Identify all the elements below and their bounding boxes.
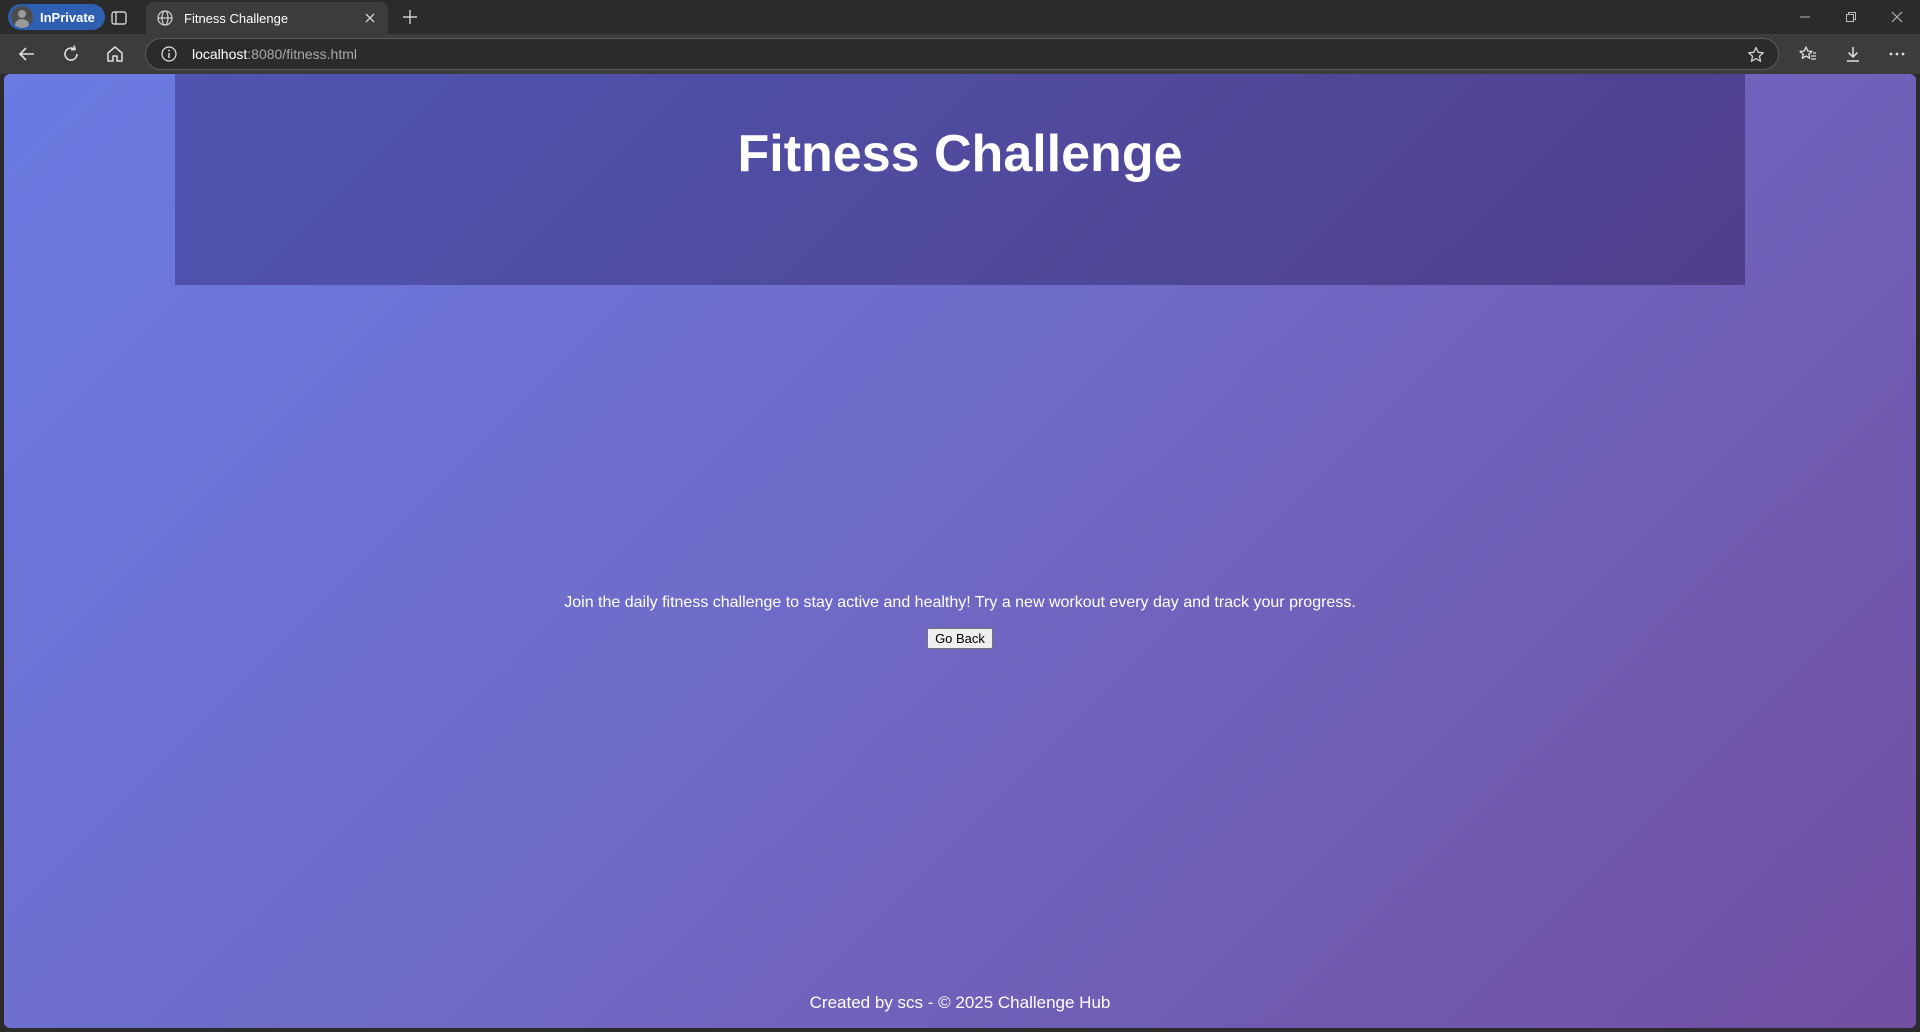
url-path: :8080/fitness.html [247,46,357,62]
minimize-icon[interactable] [1782,0,1828,34]
more-options-icon[interactable] [1882,39,1912,69]
inprivate-profile-button[interactable]: InPrivate [8,4,105,30]
favorites-icon[interactable] [1793,39,1823,69]
new-tab-icon[interactable] [399,6,421,28]
back-arrow-icon[interactable] [12,39,42,69]
tab-actions-icon[interactable] [108,7,130,29]
tab-strip: InPrivate Fitness Challenge [0,0,1920,34]
restore-icon[interactable] [1828,0,1874,34]
close-window-icon[interactable] [1874,0,1920,34]
tab-title: Fitness Challenge [184,10,289,26]
browser-toolbar: localhost:8080/fitness.html [0,34,1920,74]
home-icon[interactable] [100,39,130,69]
favorite-star-icon[interactable] [1746,45,1766,65]
tab-fitness-challenge[interactable]: Fitness Challenge [146,2,388,34]
globe-icon [156,9,174,27]
main-content: Join the daily fitness challenge to stay… [4,594,1916,649]
page-viewport: Fitness Challenge Join the daily fitness… [4,74,1916,1028]
page-title: Fitness Challenge [737,125,1183,183]
inprivate-label: InPrivate [40,9,95,25]
go-back-button[interactable]: Go Back [927,628,993,649]
site-info-icon[interactable] [160,45,178,63]
refresh-icon[interactable] [56,39,86,69]
page-footer: Created by scs - © 2025 Challenge Hub [809,993,1111,1012]
tab-close-icon[interactable] [362,10,378,26]
address-bar[interactable]: localhost:8080/fitness.html [145,38,1779,70]
downloads-icon[interactable] [1838,39,1868,69]
url-host: localhost [192,46,248,62]
profile-avatar-icon [11,6,33,28]
challenge-description: Join the daily fitness challenge to stay… [564,594,1356,611]
page-header: Fitness Challenge [175,74,1745,285]
